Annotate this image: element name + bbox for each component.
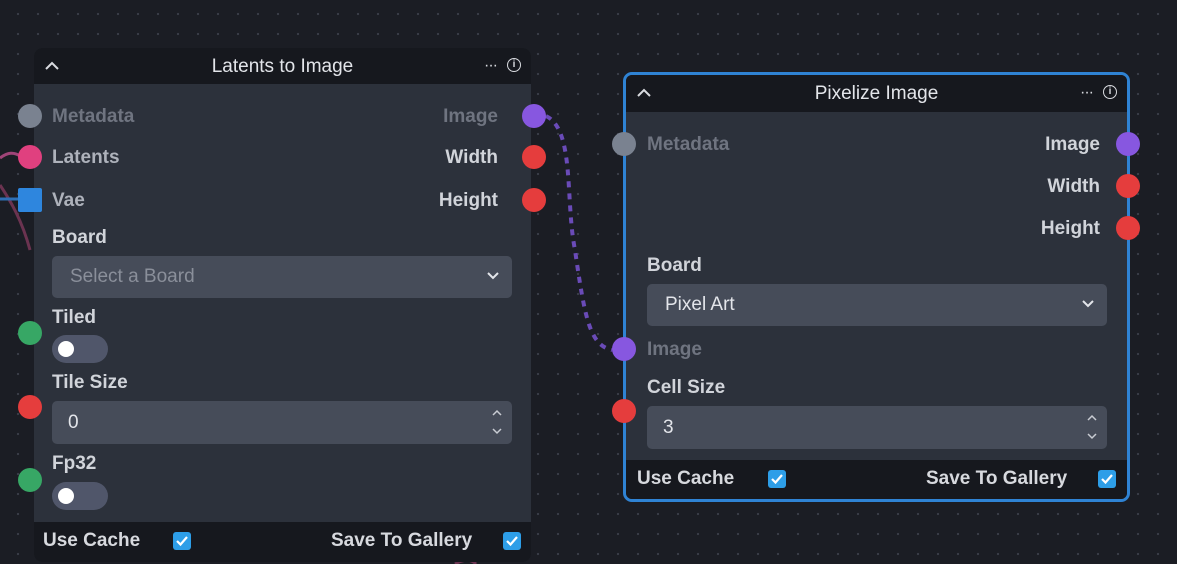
node-footer: Use Cache Save To Gallery (626, 460, 1127, 499)
node-title: Pixelize Image (814, 83, 939, 104)
input-handle-image[interactable] (612, 337, 636, 361)
cell-size-value: 3 (663, 417, 674, 438)
input-handle-tile-size[interactable] (18, 395, 42, 419)
use-cache-label: Use Cache (637, 468, 735, 489)
board-select[interactable]: Pixel Art (647, 284, 1107, 326)
node-header[interactable]: Latents to Image ··· i (34, 48, 531, 84)
field-label-board: Board (52, 227, 107, 248)
input-handle-vae[interactable] (18, 188, 42, 212)
field-label-board: Board (647, 255, 702, 276)
input-handle-cell-size[interactable] (612, 399, 636, 423)
input-handle-tiled[interactable] (18, 321, 42, 345)
wire-image-image (544, 114, 613, 352)
node-pixelize-image[interactable]: Pixelize Image ··· i Metadata Image Widt… (623, 72, 1130, 502)
field-label-image: Image (647, 339, 702, 360)
input-handle-metadata[interactable] (18, 104, 42, 128)
chevron-up-small-icon[interactable] (1087, 414, 1097, 421)
node-title: Latents to Image (211, 56, 354, 77)
save-to-gallery-checkbox[interactable] (1098, 470, 1116, 488)
input-label-metadata: Metadata (52, 106, 135, 127)
board-select[interactable]: Select a Board (52, 256, 512, 298)
output-label-image: Image (443, 106, 498, 127)
output-handle-height[interactable] (1116, 216, 1140, 240)
node-footer: Use Cache Save To Gallery (34, 522, 531, 562)
save-to-gallery-label: Save To Gallery (926, 468, 1068, 489)
chevron-down-small-icon[interactable] (492, 428, 502, 435)
output-handle-width[interactable] (522, 145, 546, 169)
input-label-latents: Latents (52, 147, 120, 168)
output-handle-width[interactable] (1116, 174, 1140, 198)
field-label-cell-size: Cell Size (647, 377, 726, 398)
info-icon[interactable]: i (1103, 85, 1117, 99)
check-icon (771, 474, 783, 485)
check-icon (176, 536, 188, 547)
check-icon (506, 536, 518, 547)
field-label-tiled: Tiled (52, 307, 96, 328)
output-handle-height[interactable] (522, 188, 546, 212)
output-label-width: Width (1047, 176, 1100, 197)
input-handle-metadata[interactable] (612, 132, 636, 156)
toggle-knob (58, 341, 74, 357)
input-handle-latents[interactable] (18, 145, 42, 169)
chevron-down-small-icon[interactable] (1087, 433, 1097, 440)
more-horizontal-icon[interactable]: ··· (484, 56, 498, 76)
node-latents-to-image[interactable]: Latents to Image ··· i Metadata Latents … (34, 48, 531, 562)
output-handle-image[interactable] (1116, 132, 1140, 156)
input-label-vae: Vae (52, 190, 85, 211)
save-to-gallery-label: Save To Gallery (331, 530, 473, 551)
chevron-down-icon (1082, 300, 1094, 308)
tiled-toggle[interactable] (52, 335, 108, 363)
output-label-image: Image (1045, 134, 1100, 155)
output-label-height: Height (438, 190, 498, 211)
use-cache-checkbox[interactable] (768, 470, 786, 488)
board-select-value: Pixel Art (665, 294, 735, 315)
fp32-toggle[interactable] (52, 482, 108, 510)
node-header[interactable]: Pixelize Image ··· i (626, 75, 1127, 112)
chevron-up-small-icon[interactable] (492, 409, 502, 416)
save-to-gallery-checkbox[interactable] (503, 532, 521, 550)
info-icon[interactable]: i (507, 58, 521, 72)
cell-size-input[interactable]: 3 (647, 406, 1107, 449)
chevron-down-icon (487, 272, 499, 280)
tile-size-value: 0 (68, 412, 79, 433)
output-label-width: Width (445, 147, 498, 168)
field-label-tile-size: Tile Size (52, 372, 128, 393)
more-horizontal-icon[interactable]: ··· (1080, 83, 1094, 103)
board-select-placeholder: Select a Board (70, 266, 195, 287)
output-handle-image[interactable] (522, 104, 546, 128)
wire-latents-in (0, 151, 21, 160)
use-cache-label: Use Cache (43, 530, 141, 551)
tile-size-input[interactable]: 0 (52, 401, 512, 444)
input-handle-fp32[interactable] (18, 468, 42, 492)
input-label-metadata: Metadata (647, 134, 730, 155)
use-cache-checkbox[interactable] (173, 532, 191, 550)
output-label-height: Height (1040, 218, 1100, 239)
check-icon (1101, 474, 1113, 485)
field-label-fp32: Fp32 (52, 453, 97, 474)
toggle-knob (58, 488, 74, 504)
